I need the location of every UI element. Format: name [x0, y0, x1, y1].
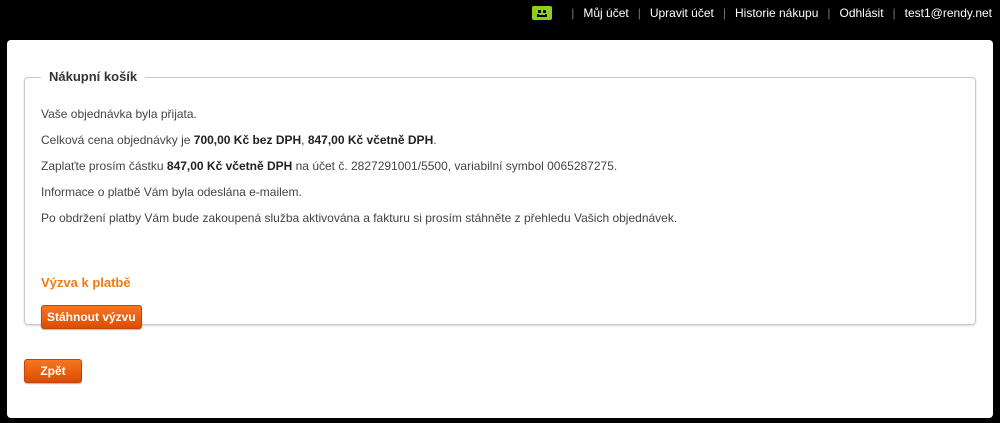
- nav-separator: |: [571, 6, 575, 20]
- nav-link-edit-account[interactable]: Upravit účet: [650, 6, 714, 20]
- main-panel: Nákupní košík Vaše objednávka byla přija…: [7, 40, 993, 418]
- back-button[interactable]: Zpět: [24, 359, 82, 383]
- smiley-icon[interactable]: [532, 6, 553, 20]
- nav-separator: |: [892, 6, 896, 20]
- payment-request-link[interactable]: Výzva k platbě: [41, 275, 131, 290]
- user-email: test1@rendy.net: [904, 6, 992, 20]
- order-received-text: Vaše objednávka byla přijata.: [41, 107, 197, 121]
- price-with-vat: 847,00 Kč včetně DPH: [307, 133, 434, 147]
- payment-instructions-text: Zaplaťte prosím částku 847,00 Kč včetně …: [41, 159, 618, 173]
- nav-link-my-account[interactable]: Můj účet: [583, 6, 628, 20]
- top-bar: | Můj účet | Upravit účet | Historie nák…: [0, 0, 1000, 28]
- nav-link-purchase-history[interactable]: Historie nákupu: [735, 6, 818, 20]
- activation-info-text: Po obdržení platby Vám bude zakoupená sl…: [41, 211, 678, 225]
- cart-fieldset: Nákupní košík Vaše objednávka byla přija…: [24, 69, 976, 329]
- cart-title: Nákupní košík: [41, 69, 146, 84]
- user-nav: | Můj účet | Upravit účet | Historie nák…: [532, 6, 992, 20]
- download-request-button[interactable]: Stáhnout výzvu: [41, 305, 142, 329]
- price-without-vat: 700,00 Kč bez DPH: [193, 133, 302, 147]
- nav-separator: |: [827, 6, 831, 20]
- nav-separator: |: [722, 6, 726, 20]
- email-sent-text: Informace o platbě Vám byla odeslána e-m…: [41, 185, 302, 199]
- order-total-text: Celková cena objednávky je 700,00 Kč bez…: [41, 133, 437, 147]
- payment-amount: 847,00 Kč včetně DPH: [166, 159, 293, 173]
- nav-link-logout[interactable]: Odhlásit: [840, 6, 884, 20]
- nav-separator: |: [637, 6, 641, 20]
